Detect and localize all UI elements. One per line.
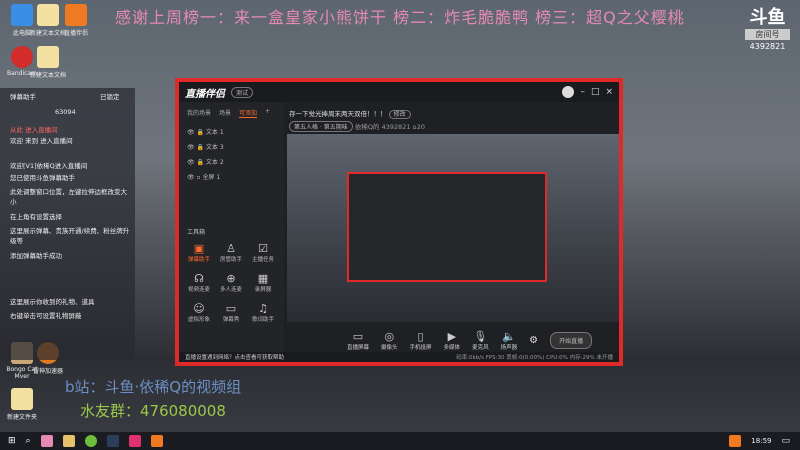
tool-avatar[interactable]: ☺ 虚拟形象	[183, 302, 215, 323]
memory: 内存:29%	[569, 355, 595, 361]
desktop-icon[interactable]: 直播伴侣	[56, 4, 96, 37]
bilibili-overlay: b站：斗鱼·依稀Q的视频组	[65, 378, 242, 396]
close-icon[interactable]: ×	[605, 87, 613, 97]
search-icon[interactable]: ⌕	[26, 436, 31, 446]
network-notice[interactable]: 直播设置遇到网络？点击查看可获取帮助	[185, 353, 284, 361]
chat-line: 右键单击可设置礼物屏蔽	[10, 312, 82, 320]
speaker-button[interactable]: 🔈 扬声器	[501, 330, 518, 351]
title-bar: 直播伴侣 测试 – □ ×	[179, 82, 619, 102]
toolbox-title: 工具箱	[187, 229, 206, 236]
camera-button[interactable]: ◎ 摄像头	[381, 330, 398, 351]
settings-icon[interactable]: ⚙	[529, 335, 538, 346]
steam-icon[interactable]	[106, 435, 119, 447]
danmaku-chat-panel: 弹幕助手 已锁定 63094 从此 进入直播间 欢迎 来到 进入直播间 欢迎[V…	[0, 88, 135, 360]
start-icon[interactable]: ⊞	[8, 436, 16, 446]
room-number: 4392821	[381, 123, 411, 131]
heat-count: 20	[416, 123, 425, 131]
start-stream-button[interactable]: 开始直播	[550, 332, 593, 349]
chat-line: 添加弹幕助手成功	[10, 252, 62, 260]
source-item[interactable]: 👁 ▫ 全屏 1	[179, 169, 284, 184]
fans-count: 63094	[55, 108, 76, 116]
chat-line: 欢迎[V1]依稀Q进入直播间	[10, 162, 88, 170]
taskbar: ⊞ ⌕ 18:59 ▭	[0, 432, 800, 450]
logo-label: 房间号	[745, 29, 790, 40]
source-item[interactable]: 👁 🔒 文本 1	[179, 124, 284, 139]
tool-room-admin[interactable]: ♙ 房管助手	[215, 242, 247, 263]
source-item[interactable]: 👁 🔒 文本 3	[179, 139, 284, 154]
desktop-icon[interactable]: 新建文本文档	[28, 46, 68, 79]
app-icon[interactable]	[128, 435, 141, 447]
dropped-frames: 丢帧:0(0.00%)	[506, 355, 545, 361]
app-icon[interactable]	[40, 435, 53, 447]
tab-scenes[interactable]: 场景	[219, 108, 231, 118]
chat-line: 这里展示你收到的礼物、道具	[10, 298, 95, 306]
logo-mark: 斗鱼	[749, 7, 786, 28]
add-icon[interactable]: +	[265, 108, 270, 118]
thanks-banner: 感谢上周榜一：来一盒皇家小熊饼干 榜二：炸毛脆脆鸭 榜三：超Q之父樱桃	[115, 8, 685, 27]
desktop-icon[interactable]: 新建文件夹	[2, 388, 42, 421]
chat-line: 此处调整窗口位置，左键拉伸边框改变大小	[10, 188, 127, 206]
streamer-name: 依稀Q的	[354, 123, 380, 131]
tool-danmaku-show[interactable]: ▭ 弹幕秀	[215, 302, 247, 323]
lock-toggle[interactable]: 已锁定	[100, 91, 120, 101]
chat-line: 欢迎 来到 进入直播间	[10, 137, 73, 145]
tool-multi-link[interactable]: ⊕ 多人连麦	[215, 272, 247, 293]
chat-line: 您已使用斗鱼弹幕助手	[10, 174, 75, 182]
edit-title-button[interactable]: 修改	[388, 110, 411, 119]
app-icon[interactable]	[84, 435, 97, 447]
chat-line: 从此 进入直播间	[10, 126, 58, 134]
stream-preview	[287, 134, 619, 322]
folder-icon[interactable]	[62, 435, 75, 447]
microphone-button[interactable]: 🎙 麦克风	[472, 330, 489, 351]
chat-line: 在上角有设置选择	[10, 213, 62, 221]
media-button[interactable]: ▶ 多媒体	[444, 330, 461, 351]
stream-title: 存一下觉光捧周末两天双倍！！！	[289, 110, 387, 118]
scene-sidebar: 我的场景 场景 可添加 + 👁 🔒 文本 1 👁 🔒 文本 3 👁 🔒 文本 2…	[179, 102, 284, 352]
fps: FPS:30	[485, 355, 505, 361]
tab-my-scenes[interactable]: 我的场景	[187, 108, 211, 118]
tab-addable[interactable]: 可添加	[239, 108, 258, 118]
nested-preview	[347, 172, 547, 282]
notification-icon[interactable]: ▭	[781, 436, 790, 446]
douyu-logo: 斗鱼 房间号 4392821	[745, 8, 790, 51]
category-pill[interactable]: 第五人格 · 第五期味	[289, 121, 353, 132]
stream-info: 存一下觉光捧周末两天双倍！！！ 修改 第五人格 · 第五期味 依稀Q的 4392…	[289, 108, 425, 132]
source-item[interactable]: 👁 🔒 文本 2	[179, 154, 284, 169]
tool-tasks[interactable]: ☑ 主播任务	[247, 242, 279, 263]
tray-icon[interactable]	[729, 435, 742, 447]
phone-cast-button[interactable]: ▯ 手机投屏	[410, 330, 432, 351]
live-status: 未开播	[596, 355, 613, 361]
bitrate: 码率:0kb/s	[456, 355, 484, 361]
app-brand: 直播伴侣	[185, 88, 225, 100]
live-companion-icon[interactable]	[150, 435, 163, 447]
tool-video-link[interactable]: ☊ 视频连麦	[183, 272, 215, 293]
status-bar: 直播设置遇到网络？点击查看可获取帮助 码率:0kb/s FPS:30 丢帧:0(…	[179, 352, 619, 362]
fan-group-overlay: 水友群：476080008	[80, 402, 226, 420]
cpu: CPU:0%	[546, 355, 568, 361]
screen-capture-button[interactable]: ▭ 直播屏幕	[347, 330, 369, 351]
chat-line: 这里展示弹幕、贵族开通/续费、粉丝牌升级等	[10, 227, 130, 245]
version-pill[interactable]: 测试	[231, 86, 254, 98]
clock[interactable]: 18:59	[751, 437, 771, 445]
avatar[interactable]	[562, 86, 575, 98]
maximize-icon[interactable]: □	[591, 87, 600, 97]
room-id: 4392821	[749, 42, 786, 51]
tool-recorder[interactable]: ▦ 录屏器	[247, 272, 279, 293]
minimize-icon[interactable]: –	[580, 87, 585, 97]
tool-lyrics[interactable]: ♫ 歌词助手	[247, 302, 279, 323]
chat-header: 弹幕助手	[10, 93, 36, 101]
live-companion-window: 直播伴侣 测试 – □ × 我的场景 场景 可添加 + 👁 🔒 文本 1 👁 🔒…	[175, 78, 623, 366]
tool-danmaku[interactable]: ▣ 弹幕助手	[183, 242, 215, 263]
